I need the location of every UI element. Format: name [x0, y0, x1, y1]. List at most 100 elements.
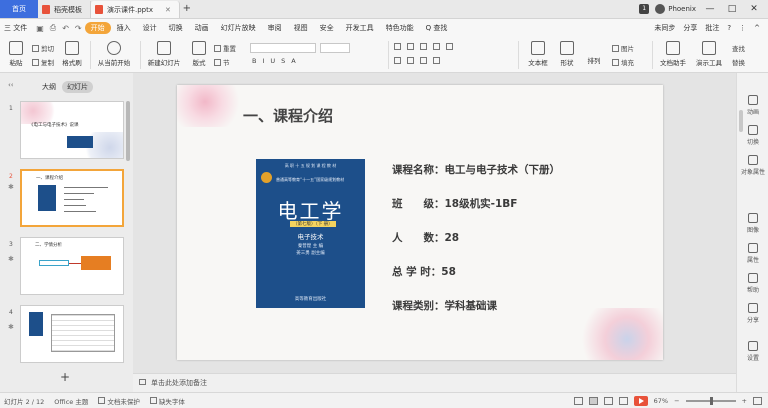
strikethrough-icon[interactable]: S — [281, 57, 285, 65]
font-color-icon[interactable]: A — [291, 57, 295, 65]
arrange-button[interactable]: 排列 — [582, 55, 606, 65]
collapse-panel-icon[interactable]: ‹‹ — [8, 81, 14, 89]
notes-view-icon[interactable] — [573, 396, 583, 405]
print-icon[interactable]: ⎙ — [50, 23, 56, 33]
new-slide-button[interactable]: 新建幻灯片 — [144, 41, 184, 67]
section-button[interactable]: 节 — [214, 57, 230, 67]
find-button[interactable]: 查找 — [732, 43, 745, 53]
image-button[interactable]: 图片 — [612, 43, 634, 53]
reset-button[interactable]: 重置 — [214, 43, 236, 53]
missing-font-status[interactable]: 缺失字体 — [149, 396, 185, 406]
layout-button[interactable]: 版式 — [188, 41, 210, 67]
menu-design[interactable]: 设计 — [137, 23, 163, 33]
zoom-in-button[interactable]: + — [742, 397, 747, 405]
close-tab-icon[interactable]: ✕ — [165, 6, 171, 14]
underline-icon[interactable]: U — [270, 57, 275, 65]
play-slideshow-button[interactable] — [633, 395, 648, 406]
menu-review[interactable]: 审阅 — [262, 23, 288, 33]
cut-button[interactable]: 剪切 — [32, 43, 54, 53]
maximize-button[interactable]: □ — [724, 4, 740, 14]
notification-badge[interactable]: 1 — [639, 3, 650, 14]
shape-button[interactable]: 形状 — [556, 41, 578, 67]
slide-thumbnail-2[interactable]: 一、课程介绍 — [20, 169, 124, 227]
slide[interactable]: 一、课程介绍 高 职 十 五 规 划 课 程 教 材 普通高等教育“十一五”国家… — [177, 85, 663, 360]
indent-icon[interactable] — [420, 43, 427, 50]
justify-icon[interactable] — [433, 57, 440, 64]
show-tools-button[interactable]: 演示工具 — [692, 41, 726, 67]
tab-template[interactable]: 稻壳模板 — [38, 1, 91, 18]
sidebar-animation[interactable]: 动画 — [737, 95, 768, 116]
new-tab-button[interactable]: + — [180, 1, 194, 18]
more-button[interactable]: ⋮ — [739, 24, 746, 32]
collapse-ribbon-button[interactable]: ^ — [754, 24, 760, 32]
slide-thumbnail-3[interactable]: 二、学情分析 — [20, 237, 124, 295]
menu-view[interactable]: 视图 — [288, 23, 314, 33]
bold-icon[interactable]: B — [252, 57, 256, 65]
doc-protection-status[interactable]: 文档未保护 — [98, 396, 140, 406]
paste-button[interactable]: 粘贴 — [6, 41, 26, 67]
menu-developer[interactable]: 开发工具 — [340, 23, 380, 33]
reading-view-icon[interactable] — [618, 396, 628, 405]
sorter-view-icon[interactable] — [603, 396, 613, 405]
format-painter-button[interactable]: 格式刷 — [60, 41, 84, 67]
zoom-slider-handle[interactable] — [709, 396, 713, 405]
sidebar-image[interactable]: 图像 — [737, 213, 768, 234]
menu-security[interactable]: 安全 — [314, 23, 340, 33]
zoom-out-button[interactable]: − — [674, 397, 679, 405]
copy-button[interactable]: 复制 — [32, 57, 54, 67]
save-icon[interactable]: ▣ — [36, 24, 44, 33]
share-button[interactable]: 分享 — [683, 23, 697, 33]
align-left-icon[interactable] — [394, 57, 401, 64]
fill-button[interactable]: 填充 — [612, 57, 634, 67]
close-window-button[interactable]: ✕ — [746, 4, 762, 14]
italic-icon[interactable]: I — [262, 57, 264, 65]
comment-button[interactable]: 批注 — [705, 23, 719, 33]
textbox-button[interactable]: 文本框 — [524, 41, 552, 67]
panel-scrollbar[interactable] — [126, 101, 130, 161]
minimize-button[interactable]: — — [702, 4, 718, 14]
numbered-list-icon[interactable] — [407, 43, 414, 50]
slide-thumbnail-4[interactable] — [20, 305, 124, 363]
align-right-icon[interactable] — [420, 57, 427, 64]
sidebar-share[interactable]: 分享 — [737, 303, 768, 324]
menu-features[interactable]: 特色功能 — [380, 23, 420, 33]
search-menu[interactable]: Q 查找 — [420, 23, 454, 33]
sidebar-properties[interactable]: 属性 — [737, 243, 768, 264]
bullet-list-icon[interactable] — [394, 43, 401, 50]
file-menu[interactable]: 三 文件 — [4, 23, 27, 33]
tab-presentation[interactable]: 演示课件.pptx ✕ — [91, 1, 180, 18]
notes-pane[interactable]: 单击此处添加备注 — [133, 373, 736, 392]
play-from-current-button[interactable]: 从当前开始 — [94, 41, 134, 67]
normal-view-icon[interactable] — [588, 396, 598, 405]
sidebar-transition[interactable]: 切换 — [737, 125, 768, 146]
help-button[interactable]: ? — [727, 24, 731, 32]
redo-icon[interactable]: ↷ — [75, 24, 82, 33]
slide-info: 幻灯片 2 / 12 — [4, 397, 45, 406]
menu-animation[interactable]: 动画 — [189, 23, 215, 33]
undo-icon[interactable]: ↶ — [62, 24, 69, 33]
slide-thumbnail-1[interactable]: 《电工与电子技术》说课 — [20, 101, 124, 159]
menu-home[interactable]: 开始 — [84, 22, 111, 34]
outdent-icon[interactable] — [433, 43, 440, 50]
font-name-field[interactable] — [250, 43, 316, 53]
fit-window-icon[interactable] — [753, 396, 762, 405]
replace-button[interactable]: 替换 — [732, 57, 745, 67]
tab-slides[interactable]: 幻灯片 — [62, 81, 93, 93]
menu-transition[interactable]: 切换 — [163, 23, 189, 33]
sidebar-object-properties[interactable]: 对象属性 — [737, 155, 768, 176]
align-center-icon[interactable] — [407, 57, 414, 64]
add-slide-button[interactable]: + — [60, 370, 70, 384]
font-size-field[interactable] — [320, 43, 350, 53]
line-spacing-icon[interactable] — [446, 43, 453, 50]
sidebar-help[interactable]: 帮助 — [737, 273, 768, 294]
doc-assistant-button[interactable]: 文档助手 — [656, 41, 690, 67]
tab-outline[interactable]: 大纲 — [42, 82, 56, 92]
home-tab[interactable]: 首页 — [0, 0, 38, 18]
sync-status[interactable]: 未同步 — [654, 23, 675, 33]
menu-insert[interactable]: 插入 — [111, 23, 137, 33]
user-account[interactable]: Phoenix — [655, 3, 696, 14]
menu-slideshow[interactable]: 幻灯片放映 — [215, 23, 262, 33]
zoom-level[interactable]: 67% — [654, 397, 668, 405]
sidebar-settings[interactable]: 设置 — [737, 341, 768, 362]
zoom-slider[interactable] — [685, 396, 736, 405]
